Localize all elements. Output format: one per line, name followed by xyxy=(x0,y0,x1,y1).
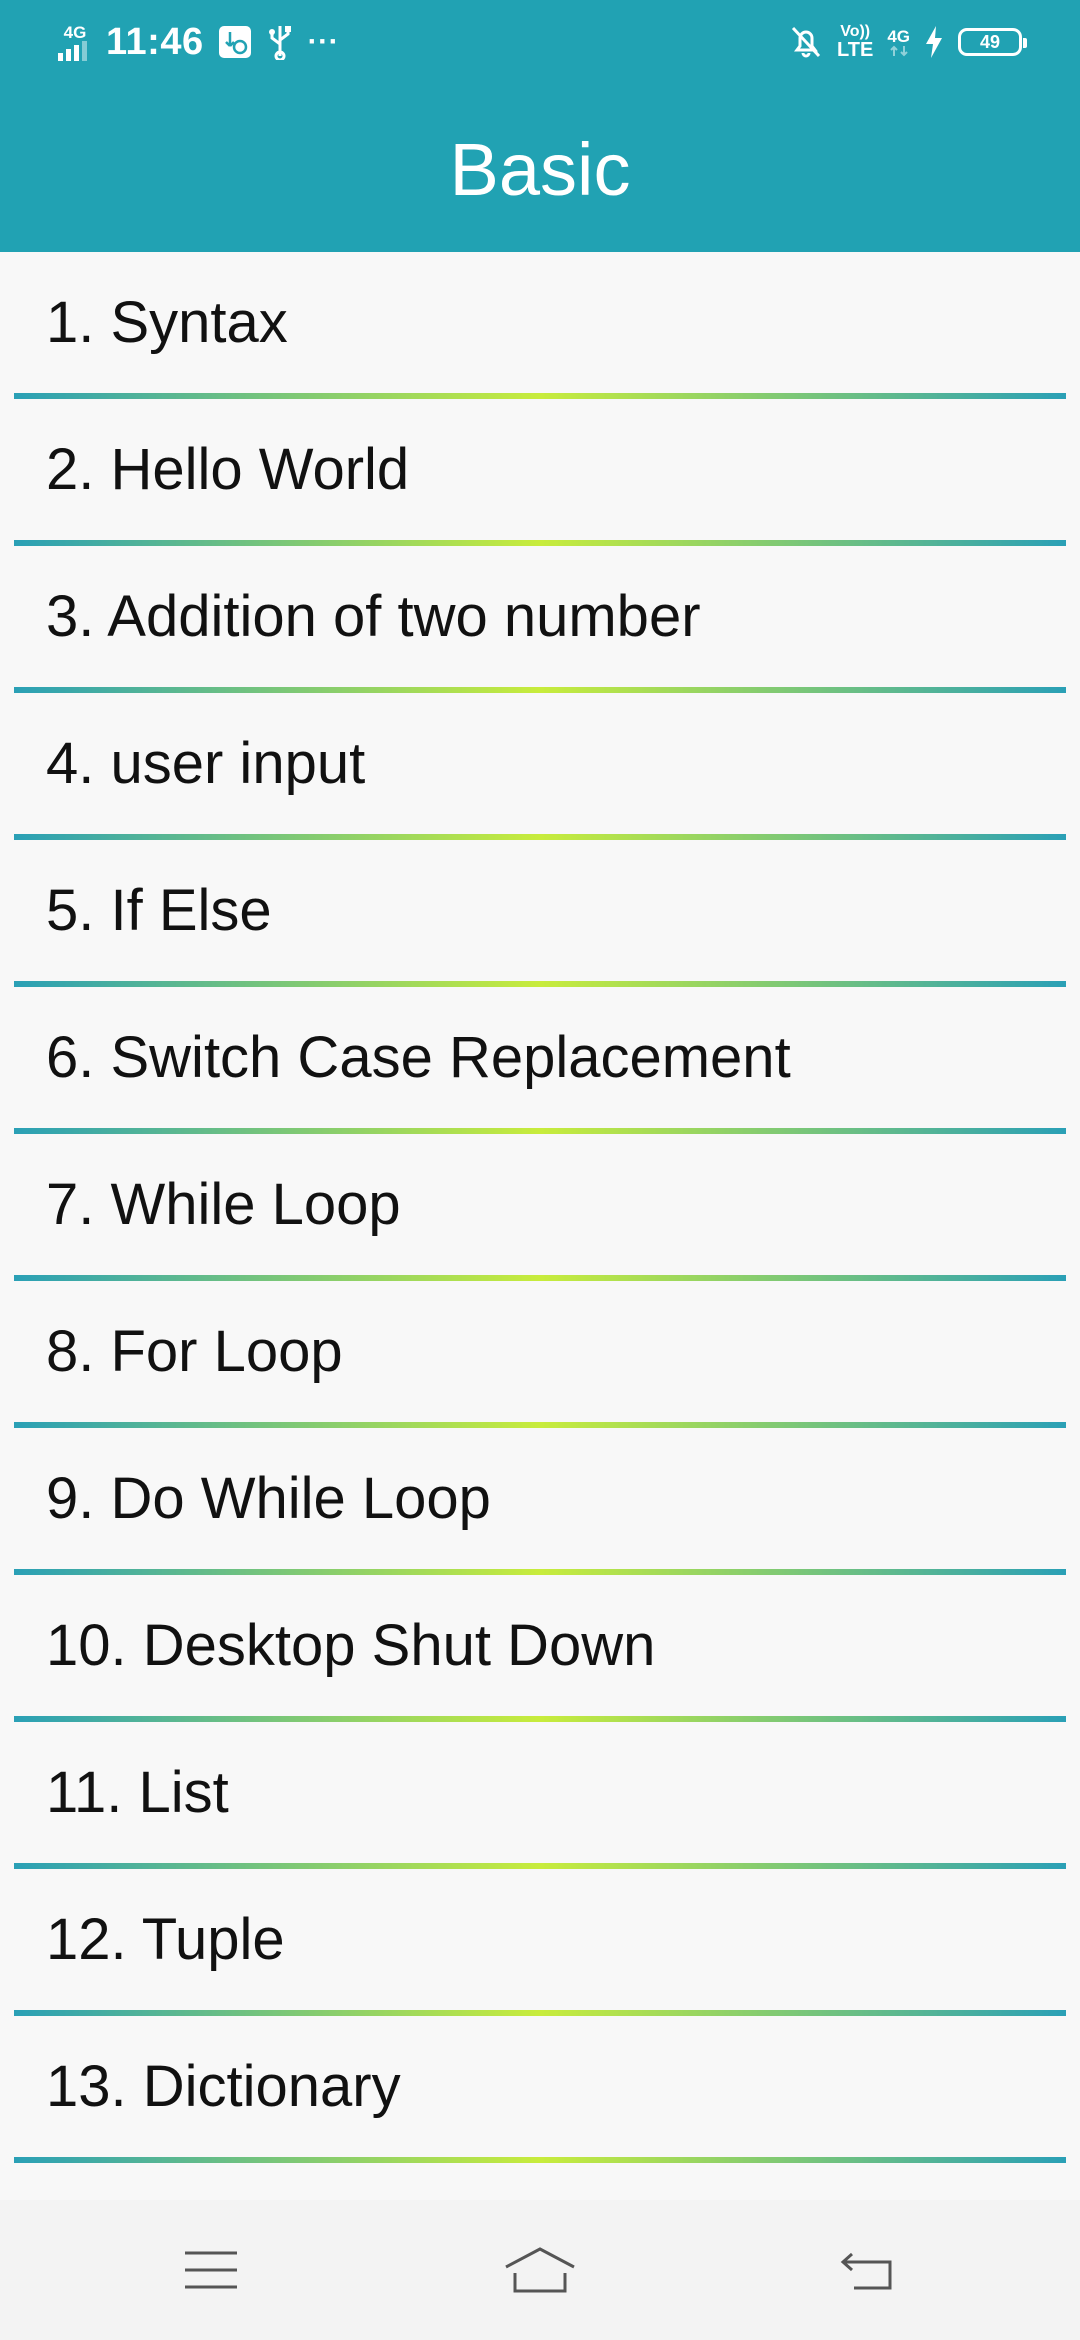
status-bar-right: Vo)) LTE 4G 49 xyxy=(789,18,1027,66)
volte-indicator: Vo)) LTE xyxy=(837,23,874,61)
list-item-label: 10. Desktop Shut Down xyxy=(46,1612,656,1678)
home-icon xyxy=(505,2247,575,2293)
app-header: 4G 11:46 ··· Vo)) LTE 4G 49 Basic xyxy=(0,0,1080,252)
menu-button[interactable] xyxy=(161,2220,261,2320)
list-item-label: 8. For Loop xyxy=(46,1318,343,1384)
page-title: Basic xyxy=(449,128,631,211)
list-item[interactable]: 12. Tuple xyxy=(0,1869,1080,2016)
list-item[interactable]: 11. List xyxy=(0,1722,1080,1869)
usb-icon xyxy=(268,26,291,60)
list-item-label: 7. While Loop xyxy=(46,1171,401,1237)
system-navigation-bar xyxy=(0,2200,1080,2340)
data-arrows-icon xyxy=(889,45,908,56)
notifications-muted-icon xyxy=(791,26,821,58)
list-item-label: 12. Tuple xyxy=(46,1906,285,1972)
network-type-right-label: 4G xyxy=(887,26,910,46)
list-item[interactable]: 9. Do While Loop xyxy=(0,1428,1080,1575)
menu-icon xyxy=(185,2251,237,2289)
list-item-label: 13. Dictionary xyxy=(46,2053,401,2119)
list-item[interactable]: 13. Dictionary xyxy=(0,2016,1080,2163)
list-item-label: 11. List xyxy=(46,1759,229,1825)
divider xyxy=(14,2157,1066,2163)
list-item[interactable]: 8. For Loop xyxy=(0,1281,1080,1428)
list-item[interactable]: 2. Hello World xyxy=(0,399,1080,546)
network-type-label: 4G xyxy=(63,22,87,42)
mobile-data-indicator: 4G xyxy=(887,28,910,57)
home-button[interactable] xyxy=(490,2220,590,2320)
topic-list: 1. Syntax 2. Hello World 3. Addition of … xyxy=(0,252,1080,2163)
list-item-label: 6. Switch Case Replacement xyxy=(46,1024,791,1090)
back-icon xyxy=(840,2252,892,2290)
battery-level: 49 xyxy=(979,31,1001,52)
list-item-label: 1. Syntax xyxy=(46,289,288,355)
list-item-label: 5. If Else xyxy=(46,877,272,943)
back-button[interactable] xyxy=(818,2220,918,2320)
charging-bolt-icon xyxy=(926,26,942,58)
lte-label: LTE xyxy=(837,39,874,61)
list-item-label: 4. user input xyxy=(46,730,366,796)
list-item[interactable]: 7. While Loop xyxy=(0,1134,1080,1281)
list-item[interactable]: 5. If Else xyxy=(0,840,1080,987)
status-bar: 4G 11:46 ··· Vo)) LTE 4G 49 xyxy=(0,0,1080,84)
list-item[interactable]: 4. user input xyxy=(0,693,1080,840)
list-item-label: 2. Hello World xyxy=(46,436,410,502)
list-item[interactable]: 1. Syntax xyxy=(0,252,1080,399)
list-item[interactable]: 3. Addition of two number xyxy=(0,546,1080,693)
list-item-label: 9. Do While Loop xyxy=(46,1465,491,1531)
usb-settings-icon xyxy=(218,26,251,58)
signal-strength-icon xyxy=(58,40,87,61)
status-bar-left: 4G 11:46 ··· xyxy=(58,18,339,66)
battery-icon: 49 xyxy=(958,28,1027,56)
list-item-label: 3. Addition of two number xyxy=(46,583,701,649)
more-notifications-indicator: ··· xyxy=(307,25,340,58)
list-item[interactable]: 6. Switch Case Replacement xyxy=(0,987,1080,1134)
signal-indicator: 4G xyxy=(58,24,92,61)
clock-time: 11:46 xyxy=(106,20,204,63)
list-item[interactable]: 10. Desktop Shut Down xyxy=(0,1575,1080,1722)
volte-label: Vo)) xyxy=(840,23,871,40)
